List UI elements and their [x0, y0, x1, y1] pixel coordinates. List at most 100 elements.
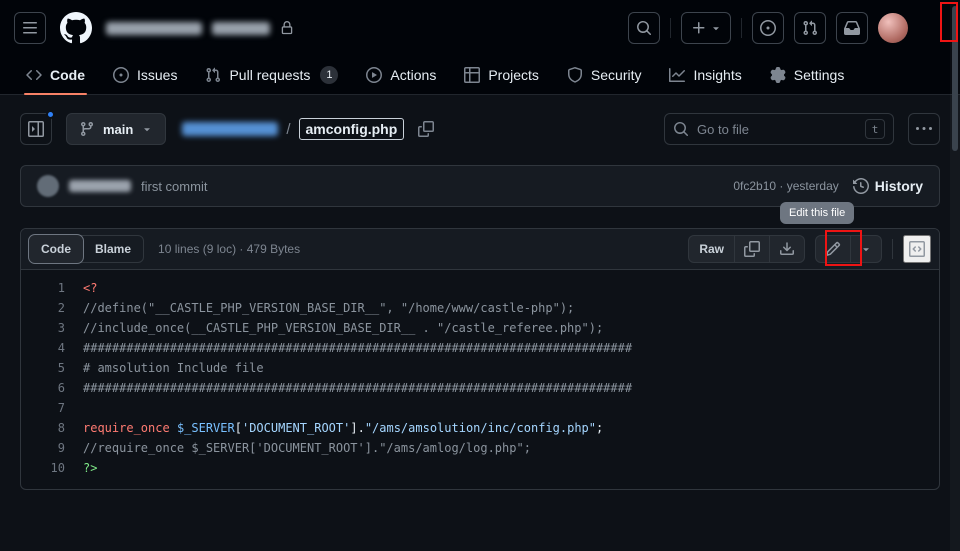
- tab-code[interactable]: Code: [16, 56, 95, 95]
- file-content-panel: Code Blame 10 lines (9 loc) · 479 Bytes …: [20, 228, 940, 490]
- file-name[interactable]: amconfig.php: [298, 118, 405, 140]
- path-separator: /: [286, 120, 291, 138]
- commit-sha-time[interactable]: 0fc2b10 · yesterday: [733, 179, 838, 193]
- line-number[interactable]: 10: [21, 458, 83, 478]
- line-number[interactable]: 3: [21, 318, 83, 338]
- line-number[interactable]: 1: [21, 278, 83, 298]
- code-line: 9//require_once $_SERVER['DOCUMENT_ROOT'…: [21, 438, 939, 458]
- edit-file-button[interactable]: [816, 236, 850, 262]
- commit-message[interactable]: first commit: [141, 179, 207, 194]
- gear-icon: [770, 67, 786, 83]
- header-breadcrumb: [106, 21, 294, 35]
- file-breadcrumb: / amconfig.php: [182, 118, 435, 140]
- git-branch-icon: [79, 121, 95, 137]
- caret-down-icon: [860, 243, 872, 255]
- line-number[interactable]: 4: [21, 338, 83, 358]
- repo-owner-redacted[interactable]: [106, 21, 202, 35]
- line-number[interactable]: 8: [21, 418, 83, 438]
- code-line: 3//include_once(__CASTLE_PHP_VERSION_BAS…: [21, 318, 939, 338]
- plus-icon: [691, 20, 707, 36]
- go-to-file-input[interactable]: [697, 121, 857, 137]
- line-number[interactable]: 7: [21, 398, 83, 418]
- caret-down-icon: [710, 22, 722, 34]
- pull-request-icon: [802, 20, 818, 36]
- tab-settings[interactable]: Settings: [760, 56, 855, 94]
- graph-icon: [669, 67, 686, 83]
- history-button[interactable]: History: [852, 178, 923, 194]
- tab-insights[interactable]: Insights: [659, 56, 751, 94]
- tab-pull-requests[interactable]: Pull requests 1: [195, 56, 348, 94]
- tab-projects[interactable]: Projects: [454, 56, 549, 94]
- tab-label: Insights: [693, 67, 742, 83]
- page-scrollbar: [950, 0, 960, 551]
- tab-security[interactable]: Security: [557, 56, 652, 94]
- code-text: ?>: [83, 461, 98, 475]
- line-number[interactable]: 9: [21, 438, 83, 458]
- tab-label: Actions: [390, 67, 437, 83]
- code-icon: [26, 67, 42, 83]
- copy-path-icon[interactable]: [418, 121, 435, 137]
- download-icon[interactable]: [769, 236, 804, 262]
- issue-opened-icon: [113, 67, 129, 83]
- table-icon: [464, 67, 481, 83]
- sidebar-expand-icon: [28, 121, 44, 137]
- notification-dot: [46, 110, 55, 119]
- code-view-tab[interactable]: Code: [29, 235, 83, 263]
- more-options-button[interactable]: [908, 113, 940, 145]
- search-icon: [673, 121, 689, 137]
- code-text: # amsolution Include file: [83, 361, 264, 375]
- pull-request-icon: [205, 67, 221, 83]
- blame-view-tab[interactable]: Blame: [83, 235, 143, 263]
- tab-actions[interactable]: Actions: [356, 56, 446, 94]
- line-number[interactable]: 5: [21, 358, 83, 378]
- pull-requests-button[interactable]: [794, 12, 826, 44]
- code-line: 5 # amsolution Include file: [21, 358, 939, 378]
- search-icon: [636, 20, 652, 36]
- edit-options-caret-button[interactable]: [850, 236, 881, 262]
- issue-opened-icon: [760, 20, 776, 36]
- raw-button[interactable]: Raw: [689, 236, 734, 262]
- tab-label: Security: [590, 67, 642, 83]
- inbox-icon: [844, 20, 860, 36]
- search-button[interactable]: [628, 12, 660, 44]
- code-line: 1 <?: [21, 278, 939, 298]
- committer-avatar[interactable]: [37, 175, 59, 197]
- inbox-button[interactable]: [836, 12, 868, 44]
- file-header-toolbar: Code Blame 10 lines (9 loc) · 479 Bytes …: [21, 229, 939, 270]
- github-logo-icon[interactable]: [60, 12, 92, 44]
- tab-label: Code: [50, 67, 85, 83]
- committer-name-redacted[interactable]: [69, 180, 131, 192]
- branch-name: main: [103, 121, 134, 137]
- create-new-button[interactable]: [681, 12, 731, 44]
- edit-button-group: [815, 235, 882, 263]
- toolbar-divider: [892, 239, 893, 259]
- code-text: ########################################…: [83, 341, 633, 355]
- issues-button[interactable]: [752, 12, 784, 44]
- hamburger-menu-button[interactable]: [14, 12, 46, 44]
- branch-selector-button[interactable]: main: [66, 113, 167, 145]
- header-divider: [670, 18, 671, 38]
- header-divider: [741, 18, 742, 38]
- repo-link-redacted[interactable]: [182, 122, 279, 136]
- repo-name-redacted[interactable]: [212, 21, 270, 35]
- go-to-file-box[interactable]: t: [664, 113, 894, 145]
- latest-commit-bar: first commit 0fc2b10 · yesterday History: [20, 165, 940, 207]
- file-tree-toggle-button[interactable]: [20, 110, 55, 145]
- user-avatar[interactable]: [878, 13, 908, 43]
- code-line: 4 #######################################…: [21, 338, 939, 358]
- line-number[interactable]: 2: [21, 298, 83, 318]
- header-actions: [628, 12, 908, 44]
- pencil-icon: [825, 241, 841, 257]
- tab-label: Settings: [793, 67, 845, 83]
- repo-tab-bar: Code Issues Pull requests 1 Actions Proj…: [0, 56, 960, 95]
- scrollbar-thumb[interactable]: [952, 6, 958, 151]
- top-header: [0, 0, 960, 56]
- line-number[interactable]: 6: [21, 378, 83, 398]
- copy-file-icon[interactable]: [734, 236, 769, 262]
- symbols-panel-button[interactable]: [903, 235, 931, 263]
- file-actions: Raw: [688, 235, 931, 263]
- commit-meta-area: 0fc2b10 · yesterday History: [733, 178, 923, 194]
- tab-issues[interactable]: Issues: [103, 56, 187, 94]
- history-label: History: [874, 178, 923, 194]
- file-nav-row: main / amconfig.php t: [20, 110, 940, 145]
